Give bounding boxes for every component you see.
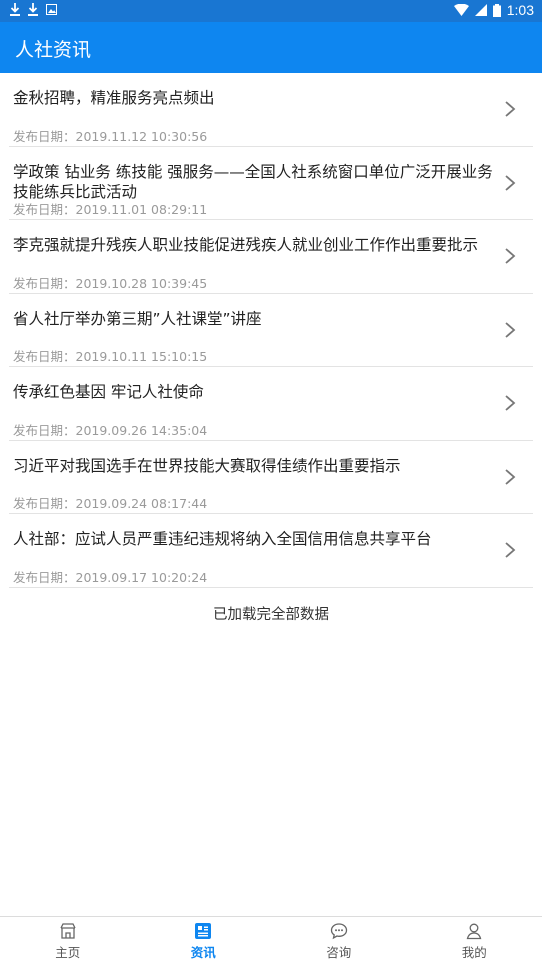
news-icon (195, 923, 212, 939)
tab-mine[interactable]: 我的 (407, 917, 542, 964)
news-title: 习近平对我国选手在世界技能大赛取得佳绩作出重要指示 (13, 456, 401, 475)
news-title: 金秋招聘，精准服务亮点频出 (13, 89, 215, 107)
news-date: 发布日期：2019.11.12 10:30:56 (13, 128, 208, 144)
news-title: 人社部：应试人员严重违纪违规将纳入全国信用信息共享平台 (13, 530, 432, 548)
download-icon (28, 3, 38, 16)
tab-news[interactable]: 资讯 (136, 917, 272, 964)
chevron-right-icon (505, 101, 516, 117)
chevron-right-icon (505, 248, 516, 264)
chevron-right-icon (505, 542, 516, 558)
news-date: 发布日期：2019.09.17 10:20:24 (13, 569, 208, 585)
news-date: 发布日期：2019.10.28 10:39:45 (13, 275, 208, 291)
news-item[interactable]: 习近平对我国选手在世界技能大赛取得佳绩作出重要指示 发布日期：2019.09.2… (9, 441, 533, 514)
image-icon (46, 4, 57, 15)
news-item[interactable]: 人社部：应试人员严重违纪违规将纳入全国信用信息共享平台 发布日期：2019.09… (9, 514, 533, 588)
chevron-right-icon (505, 395, 516, 411)
news-item[interactable]: 学政策 钻业务 练技能 强服务——全国人社系统窗口单位广泛开展业务技能练兵比武活… (9, 147, 533, 220)
list-end-text: 已加载完全部数据 (213, 607, 329, 623)
tab-consult[interactable]: 咨询 (271, 917, 407, 964)
news-title: 学政策 钻业务 练技能 强服务——全国人社系统窗口单位广泛开展业务技能练兵比武活… (13, 162, 493, 201)
news-date: 发布日期：2019.10.11 15:10:15 (13, 349, 208, 364)
tab-label: 咨询 (326, 945, 352, 960)
news-date: 发布日期：2019.11.01 08:29:11 (13, 202, 208, 217)
status-time: 1:03 (506, 2, 534, 18)
page-title: 人社资讯 (15, 39, 92, 61)
chat-icon (330, 923, 347, 940)
system-icons: 1:03 (453, 2, 534, 18)
news-date: 发布日期：2019.09.26 14:35:04 (13, 422, 208, 438)
notification-icons (10, 3, 57, 16)
chevron-right-icon (505, 469, 516, 485)
battery-icon (492, 3, 501, 17)
chevron-right-icon (505, 322, 516, 338)
news-list: 金秋招聘，精准服务亮点频出 发布日期：2019.11.12 10:30:56 学… (0, 73, 542, 588)
bottom-tab-bar: 主页 资讯 咨询 我的 (0, 916, 542, 964)
news-title: 传承红色基因 牢记人社使命 (13, 383, 204, 401)
news-item[interactable]: 李克强就提升残疾人职业技能促进残疾人就业创业工作作出重要批示 发布日期：2019… (9, 220, 533, 294)
chevron-right-icon (505, 175, 516, 191)
tab-label: 资讯 (190, 945, 216, 960)
home-icon (60, 923, 76, 939)
news-date: 发布日期：2019.09.24 08:17:44 (13, 496, 208, 511)
news-item[interactable]: 省人社厅举办第三期”人社课堂”讲座 发布日期：2019.10.11 15:10:… (9, 294, 533, 367)
news-title: 省人社厅举办第三期”人社课堂”讲座 (13, 309, 262, 328)
signal-icon (474, 4, 487, 16)
user-icon (466, 923, 482, 940)
news-item[interactable]: 金秋招聘，精准服务亮点频出 发布日期：2019.11.12 10:30:56 (9, 73, 533, 147)
download-icon (10, 3, 20, 16)
tab-label: 我的 (461, 945, 487, 960)
status-bar: 1:03 (0, 0, 542, 22)
app-bar: 人社资讯 (0, 22, 542, 73)
news-title: 李克强就提升残疾人职业技能促进残疾人就业创业工作作出重要批示 (13, 236, 479, 254)
tab-home[interactable]: 主页 (0, 917, 136, 964)
wifi-icon (453, 4, 469, 16)
news-item[interactable]: 传承红色基因 牢记人社使命 发布日期：2019.09.26 14:35:04 (9, 367, 533, 441)
tab-label: 主页 (55, 945, 81, 960)
